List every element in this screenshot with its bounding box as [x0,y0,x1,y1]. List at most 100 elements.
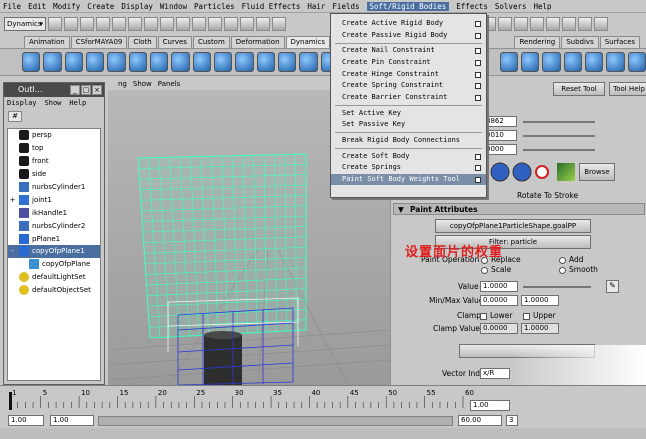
outliner-menu-help[interactable]: Help [69,97,86,109]
outliner-titlebar[interactable]: Outl... _ □ × [4,83,104,97]
minimize-icon[interactable]: _ [70,85,80,95]
vector-index-select[interactable]: x/R [480,368,510,379]
shelf-tool-icon[interactable] [192,52,212,72]
field-value-1[interactable]: 8862 [483,116,517,127]
viewport-menu-item[interactable]: ng [118,79,127,90]
tab-cloth[interactable]: Cloth [128,36,157,48]
render-view-icon[interactable] [594,17,608,31]
ipr-render-icon[interactable] [208,17,222,31]
menu-edit[interactable]: Edit [28,2,46,11]
tab-csformaya09[interactable]: CSforMAYA09 [70,36,128,48]
shelf-tool-icon[interactable] [584,52,604,72]
menu-particles[interactable]: Particles [194,2,235,11]
outliner-item[interactable]: top [8,142,100,155]
shelf-tool-icon[interactable] [43,52,62,72]
outliner-list[interactable]: persp top front side nurbsCylinder1 + joint1 ik… [7,128,101,381]
hypershade-icon[interactable] [240,17,254,31]
outliner-item[interactable]: persp [8,129,100,142]
menu-item-create-soft-body[interactable]: Create Soft Body [331,151,486,163]
min-value-field[interactable]: 0.0000 [480,295,518,306]
shelf-tool-icon[interactable] [299,52,318,72]
max-value-field[interactable]: 1.0000 [521,295,559,306]
outliner-menu-display[interactable]: Display [7,97,37,109]
shelf-tool-icon[interactable] [150,52,169,72]
save-scene-icon[interactable] [80,17,94,31]
outliner-item[interactable]: defaultLightSet [8,271,100,284]
paint-attributes-header[interactable]: ▼ Paint Attributes [393,203,645,215]
option-box-icon[interactable] [475,176,481,183]
viewport-menu-item[interactable]: Panels [158,79,181,90]
shelf-tool-icon[interactable] [542,52,561,72]
expand-toggle-icon[interactable]: - [8,247,17,255]
current-frame-marker[interactable] [9,392,12,410]
menu-item-create-nail-constraint[interactable]: Create Nail Constraint [331,45,486,57]
value-slider[interactable] [523,286,591,288]
option-box-icon[interactable] [475,71,481,78]
outliner-icon[interactable] [562,17,576,31]
snap-point-icon[interactable] [176,17,190,31]
uv-editor-icon[interactable] [578,17,592,31]
tab-custom[interactable]: Custom [192,36,230,48]
snap-curve-icon[interactable] [160,17,174,31]
outliner-item[interactable]: - copyOfpPlane1 [8,245,100,258]
menu-item-create-barrier-constraint[interactable]: Create Barrier Constraint [331,92,486,104]
value-field[interactable]: 1.0000 [480,281,518,292]
render-settings-icon[interactable] [224,17,238,31]
menu-modify[interactable]: Modify [53,2,80,11]
range-bar[interactable] [98,416,453,426]
shelf-tool-icon[interactable] [563,52,582,72]
menu-window[interactable]: Window [160,2,187,11]
shelf-tool-icon[interactable] [278,52,297,72]
outliner-item[interactable]: pPlane1 [8,232,100,245]
op-add[interactable]: Add [559,255,584,264]
field-value-3[interactable]: 0000 [483,144,517,155]
option-box-icon[interactable] [475,21,481,27]
slider-2[interactable] [523,135,595,137]
shelf-tool-icon[interactable] [86,52,105,72]
menu-solvers[interactable]: Solvers [495,2,527,11]
render-icon[interactable] [192,17,206,31]
browse-button[interactable]: Browse [579,163,615,181]
playback-end-field[interactable]: 60.00 [458,415,502,426]
shelf-tool-icon[interactable] [64,52,84,72]
close-icon[interactable]: × [92,85,102,95]
menu-item-create-passive-rigid-body[interactable]: Create Passive Rigid Body [331,30,486,42]
viewport-menu-item[interactable]: Show [133,79,152,90]
time-slider[interactable]: 1 5 10 15 20 25 30 35 40 45 50 55 60 1.00 [0,385,646,413]
hypergraph-icon[interactable] [530,17,544,31]
construction-icon[interactable] [272,17,286,31]
field-value-2[interactable]: 0010 [483,130,517,141]
shelf-tool-icon[interactable] [627,52,646,72]
clamp-lower[interactable]: Lower [480,311,512,320]
menu-item-create-active-rigid-body[interactable]: Create Active Rigid Body [331,18,486,30]
menu-fluid-effects[interactable]: Fluid Effects [242,2,301,11]
current-time-field[interactable]: 1.00 [470,400,510,411]
outliner-item[interactable]: copyOfpPlane [8,258,100,271]
end-time-field[interactable]: 3 [506,415,518,426]
menu-item-break-rigid-body-connections[interactable]: Break Rigid Body Connections [331,135,486,147]
menu-item-create-springs[interactable]: Create Springs [331,162,486,174]
outliner-item[interactable]: nurbsCylinder1 [8,181,100,194]
layer-editor-icon[interactable] [498,17,512,31]
shelf-tool-icon[interactable] [499,52,518,72]
menu-item-set-active-key[interactable]: Set Active Key [331,108,486,120]
new-scene-icon[interactable] [48,17,62,31]
outliner-item[interactable]: defaultObjectSet [8,284,100,297]
shelf-tool-icon[interactable] [520,52,540,72]
radio-smooth[interactable] [559,266,566,274]
cylinder-object[interactable] [204,331,242,385]
option-box-icon[interactable] [475,83,481,90]
option-box-icon[interactable] [475,165,481,172]
outliner-item[interactable]: nurbsCylinder2 [8,219,100,232]
slider-1[interactable] [523,121,595,123]
shelf-tool-icon[interactable] [214,52,233,72]
shelf-tool-icon[interactable] [128,52,148,72]
shelf-tool-icon[interactable] [22,52,41,72]
shelf-tool-icon[interactable] [256,52,276,72]
open-scene-icon[interactable] [64,17,78,31]
clamp-max-field[interactable]: 1.0000 [521,323,559,334]
option-box-icon[interactable] [475,153,481,160]
start-time-field[interactable]: 1.00 [8,415,44,426]
graph-editor-icon[interactable] [546,17,560,31]
select-component-icon[interactable] [128,17,142,31]
